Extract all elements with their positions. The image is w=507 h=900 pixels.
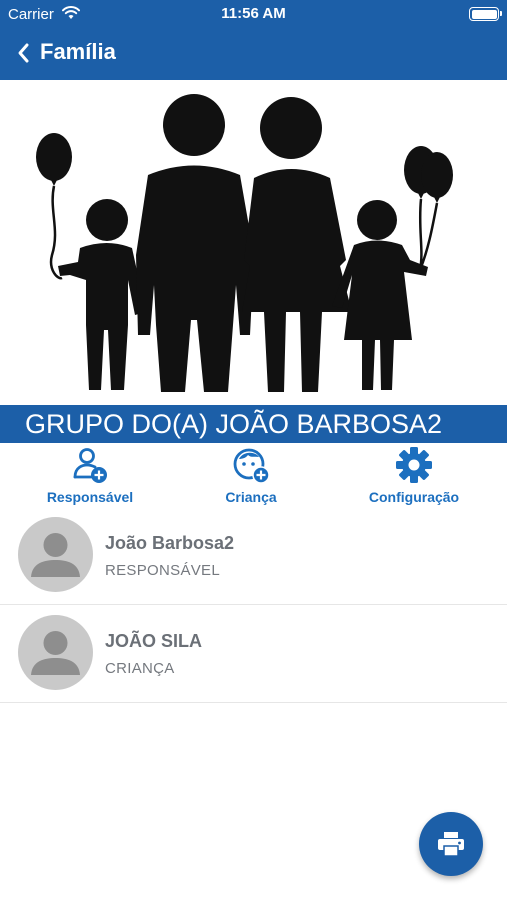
responsible-label: Responsável	[46, 489, 134, 505]
gear-icon	[394, 445, 434, 485]
list-item[interactable]: João Barbosa2 RESPONSÁVEL	[0, 507, 507, 605]
list-item[interactable]: JOÃO SILA CRIANÇA	[0, 605, 507, 703]
member-name: João Barbosa2	[105, 533, 235, 553]
balloon-right-2	[421, 152, 453, 198]
print-icon	[438, 832, 464, 857]
member-name: JOÃO SILA	[105, 631, 203, 651]
status-bar: Carrier 11:56 AM	[0, 0, 507, 28]
add-child-button[interactable]: Criança	[219, 443, 283, 507]
default-avatar-icon	[18, 615, 93, 690]
settings-button[interactable]: Configuração	[362, 443, 466, 507]
member-list: João Barbosa2 RESPONSÁVEL JOÃO SILA CRIA…	[0, 507, 507, 703]
add-responsible-button[interactable]: Responsável	[43, 443, 137, 507]
add-child-icon	[231, 445, 271, 485]
battery-icon	[469, 7, 502, 21]
default-avatar-icon	[18, 517, 93, 592]
action-bar: Responsável Criança Configuração	[0, 443, 507, 507]
top-bar: Carrier 11:56 AM Família	[0, 0, 507, 80]
group-title: GRUPO DO(A) JOÃO BARBOSA2	[0, 405, 507, 443]
back-button[interactable]	[8, 38, 38, 68]
family-illustration	[0, 80, 507, 405]
add-person-icon	[70, 445, 110, 485]
status-time: 11:56 AM	[221, 5, 286, 22]
member-role: CRIANÇA	[105, 660, 175, 677]
page-title: Família	[40, 39, 116, 64]
print-button[interactable]	[419, 812, 483, 876]
balloon-left	[36, 133, 72, 181]
settings-label: Configuração	[368, 489, 460, 505]
child-label: Criança	[225, 489, 277, 505]
chevron-left-icon	[18, 43, 29, 63]
navbar: Família	[0, 28, 507, 80]
member-role: RESPONSÁVEL	[105, 562, 221, 579]
